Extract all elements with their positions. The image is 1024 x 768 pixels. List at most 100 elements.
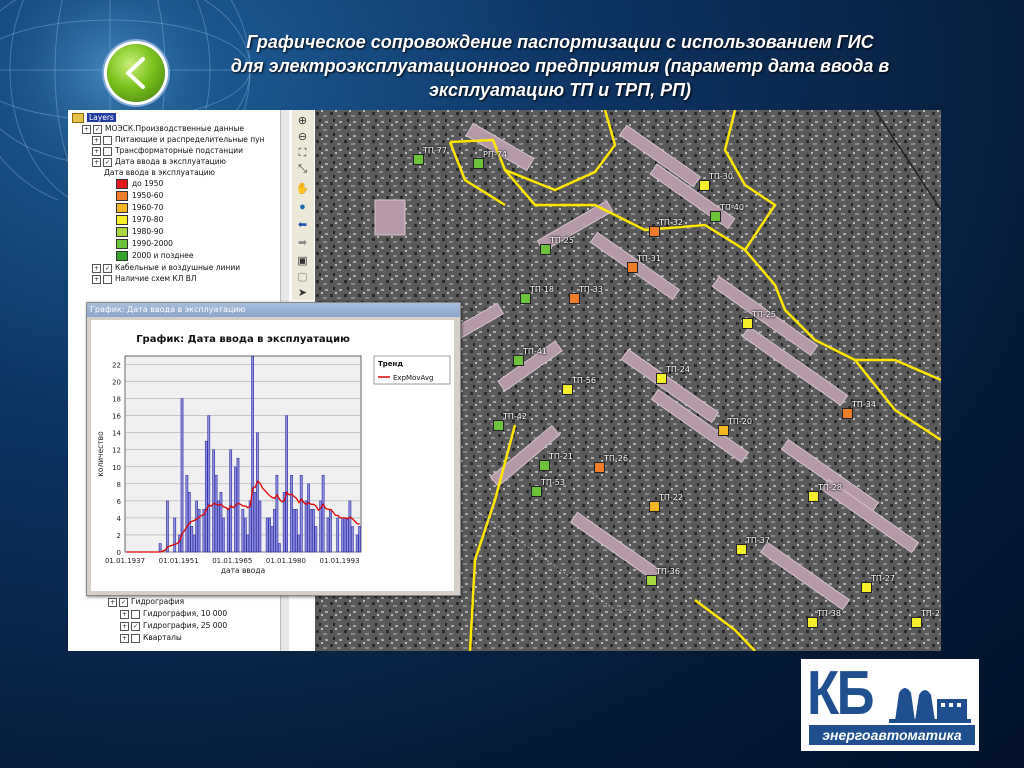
toc-root[interactable]: Layers xyxy=(72,112,116,123)
expand-toggle-icon[interactable]: + xyxy=(92,135,101,145)
expand-toggle-icon[interactable]: + xyxy=(92,274,101,284)
substation-marker[interactable] xyxy=(808,491,819,502)
histogram-bar xyxy=(195,500,198,553)
substation-marker[interactable] xyxy=(493,420,504,431)
substation-marker[interactable] xyxy=(627,262,638,273)
toc-layer-item[interactable]: + ✓ Кабельные и воздушные линии xyxy=(92,262,240,273)
legend-entry[interactable]: 1960-70 xyxy=(116,202,163,213)
substation-marker[interactable] xyxy=(569,293,580,304)
legend-swatch xyxy=(116,227,128,237)
layer-checkbox[interactable] xyxy=(103,274,112,284)
substation-label: ТП-53 xyxy=(541,478,565,487)
back-arrow-icon[interactable]: ⬅ xyxy=(295,218,310,232)
substation-marker[interactable] xyxy=(531,486,542,497)
forward-arrow-icon[interactable]: ➡ xyxy=(295,236,310,250)
histogram-bar xyxy=(248,500,252,553)
company-logo: КБ энергоавтоматика xyxy=(801,659,979,751)
legend-entry[interactable]: 1970-80 xyxy=(116,214,163,225)
y-tick-label: 18 xyxy=(112,396,121,404)
expand-toggle-icon[interactable]: + xyxy=(92,146,101,156)
toc-layer-item[interactable]: + ✓ Дата ввода в эксплуатацию xyxy=(92,156,226,167)
expand-toggle-icon[interactable]: + xyxy=(120,609,129,619)
histogram-bar xyxy=(358,526,362,553)
legend-entry[interactable]: 2000 и позднее xyxy=(116,250,194,261)
expand-toggle-icon[interactable]: + xyxy=(120,633,129,643)
clear-selection-icon[interactable]: ▢ xyxy=(295,270,310,284)
toc-layer-item[interactable]: + Трансформаторные подстанции xyxy=(92,145,243,156)
legend-entry[interactable]: 1950-60 xyxy=(116,190,163,201)
histogram-bar xyxy=(222,517,225,553)
substation-label: ТП-18 xyxy=(530,285,554,294)
toc-layer-item[interactable]: + ✓ МОЭСК.Производственные данные xyxy=(82,123,244,134)
expand-toggle-icon[interactable]: + xyxy=(92,157,101,167)
expand-toggle-icon[interactable]: + xyxy=(92,263,101,273)
layer-checkbox[interactable] xyxy=(103,135,112,145)
chart-body: 0 2 4 6 8 10 12 14 16 18 20 22 01.01.1937 01.01.1951 0… xyxy=(91,320,454,591)
substation-marker[interactable] xyxy=(594,462,605,473)
substation-marker[interactable] xyxy=(842,408,853,419)
pan-hand-icon[interactable]: ✋ xyxy=(295,182,310,196)
substation-marker[interactable] xyxy=(649,226,660,237)
x-tick-label: 01.01.1965 xyxy=(212,557,252,565)
substation-marker[interactable] xyxy=(699,180,710,191)
substation-marker[interactable] xyxy=(911,617,922,628)
select-pointer-icon[interactable]: ➤ xyxy=(295,286,310,300)
toc-label: 1970-80 xyxy=(132,215,164,224)
full-extent-icon[interactable]: ⛶ xyxy=(295,146,310,160)
substation-marker[interactable] xyxy=(562,384,573,395)
layer-checkbox[interactable]: ✓ xyxy=(93,124,102,134)
toc-layer-item[interactable]: + ✓ Гидрография xyxy=(108,596,184,607)
layer-checkbox[interactable]: ✓ xyxy=(103,157,112,167)
toc-layer-item[interactable]: + Наличие схем КЛ ВЛ xyxy=(92,273,197,284)
toc-layer-item[interactable]: + Кварталы xyxy=(120,632,182,643)
toc-layer-item[interactable]: + Гидрография, 10 000 xyxy=(120,608,227,619)
substation-marker[interactable] xyxy=(718,425,729,436)
substation-marker[interactable] xyxy=(861,582,872,593)
substation-label: ТП-30 xyxy=(709,172,733,181)
toc-layer-item[interactable]: + Питающие и распределительные пун xyxy=(92,134,264,145)
layer-checkbox[interactable]: ✓ xyxy=(103,263,112,273)
substation-marker[interactable] xyxy=(710,211,721,222)
zoom-out-icon[interactable]: ⊖ xyxy=(295,130,310,144)
substation-marker[interactable] xyxy=(520,293,531,304)
zoom-in-icon[interactable]: ⊕ xyxy=(295,114,310,128)
toc-layer-item[interactable]: Дата ввода в эксплуатацию xyxy=(104,167,215,178)
chart-window-titlebar[interactable]: График: Дата ввода в эксплуатацию xyxy=(87,303,460,317)
substation-marker[interactable] xyxy=(649,501,660,512)
substation-marker[interactable] xyxy=(807,617,818,628)
back-button[interactable] xyxy=(107,44,165,102)
substation-marker[interactable] xyxy=(742,318,753,329)
layer-checkbox[interactable] xyxy=(131,633,140,643)
legend-entry[interactable]: 1980-90 xyxy=(116,226,163,237)
layer-checkbox[interactable]: ✓ xyxy=(131,621,140,631)
fixed-zoom-icon[interactable]: ⤡ xyxy=(295,162,310,176)
expand-toggle-icon[interactable]: + xyxy=(120,621,129,631)
histogram-bar xyxy=(297,534,301,553)
substation-marker[interactable] xyxy=(539,460,550,471)
legend-title: Тренд xyxy=(378,360,403,368)
layer-checkbox[interactable] xyxy=(131,609,140,619)
toc-layer-item[interactable]: + ✓ Гидрография, 25 000 xyxy=(120,620,227,631)
substation-marker[interactable] xyxy=(656,373,667,384)
expand-toggle-icon[interactable]: + xyxy=(82,124,91,134)
histogram-bar xyxy=(229,449,233,553)
globe-icon[interactable]: ● xyxy=(295,200,310,214)
substation-marker[interactable] xyxy=(413,154,424,165)
substation-marker[interactable] xyxy=(540,244,551,255)
legend-entry[interactable]: до 1950 xyxy=(116,178,163,189)
select-features-icon[interactable]: ▣ xyxy=(295,254,310,268)
legend-entry[interactable]: 1990-2000 xyxy=(116,238,173,249)
slide-title-line: для электроэксплуатационного предприятия… xyxy=(230,56,890,76)
histogram-bar xyxy=(190,526,194,553)
substation-marker[interactable] xyxy=(736,544,747,555)
legend-swatch xyxy=(116,251,128,261)
substation-marker[interactable] xyxy=(473,158,484,169)
substation-label: ТП-31 xyxy=(637,254,661,263)
substation-label: ТП-36 xyxy=(656,567,680,576)
layer-checkbox[interactable]: ✓ xyxy=(119,597,128,607)
chart-window[interactable]: График: Дата ввода в эксплуатацию 0 2 4 6 8 1… xyxy=(86,302,461,596)
substation-marker[interactable] xyxy=(513,355,524,366)
layer-checkbox[interactable] xyxy=(103,146,112,156)
substation-marker[interactable] xyxy=(646,575,657,586)
expand-toggle-icon[interactable]: + xyxy=(108,597,117,607)
